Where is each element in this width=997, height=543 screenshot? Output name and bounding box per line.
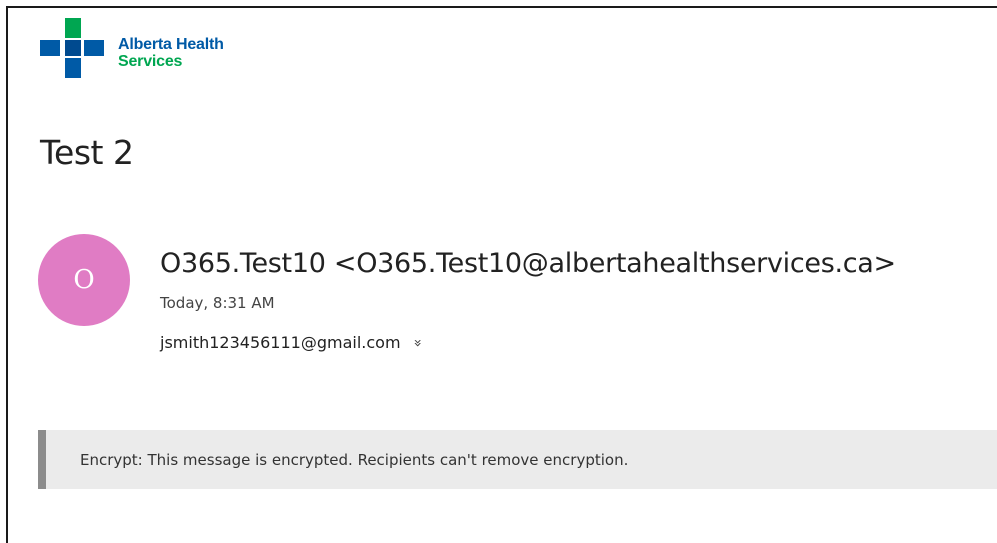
recipients-line: jsmith123456111@gmail.com » — [160, 333, 425, 352]
encryption-banner-text: Encrypt: This message is encrypted. Reci… — [80, 450, 629, 469]
avatar-initial: O — [73, 265, 95, 295]
encryption-banner: Encrypt: This message is encrypted. Reci… — [38, 430, 997, 489]
sender-avatar[interactable]: O — [38, 234, 130, 326]
double-chevron-down-icon[interactable]: » — [409, 338, 425, 347]
recipient-address[interactable]: jsmith123456111@gmail.com — [160, 333, 401, 352]
ahs-cross-icon — [40, 18, 104, 78]
message-subject: Test 2 — [40, 133, 134, 172]
brand-line2: Services — [118, 53, 183, 70]
brand-line1: Alberta Health — [118, 36, 224, 53]
sender-name[interactable]: O365.Test10 <O365.Test10@albertahealthse… — [160, 248, 896, 279]
ahs-logo: Alberta Health Services — [40, 18, 260, 80]
ahs-wordmark: Alberta Health Services — [118, 36, 224, 70]
message-date: Today, 8:31 AM — [160, 294, 275, 312]
